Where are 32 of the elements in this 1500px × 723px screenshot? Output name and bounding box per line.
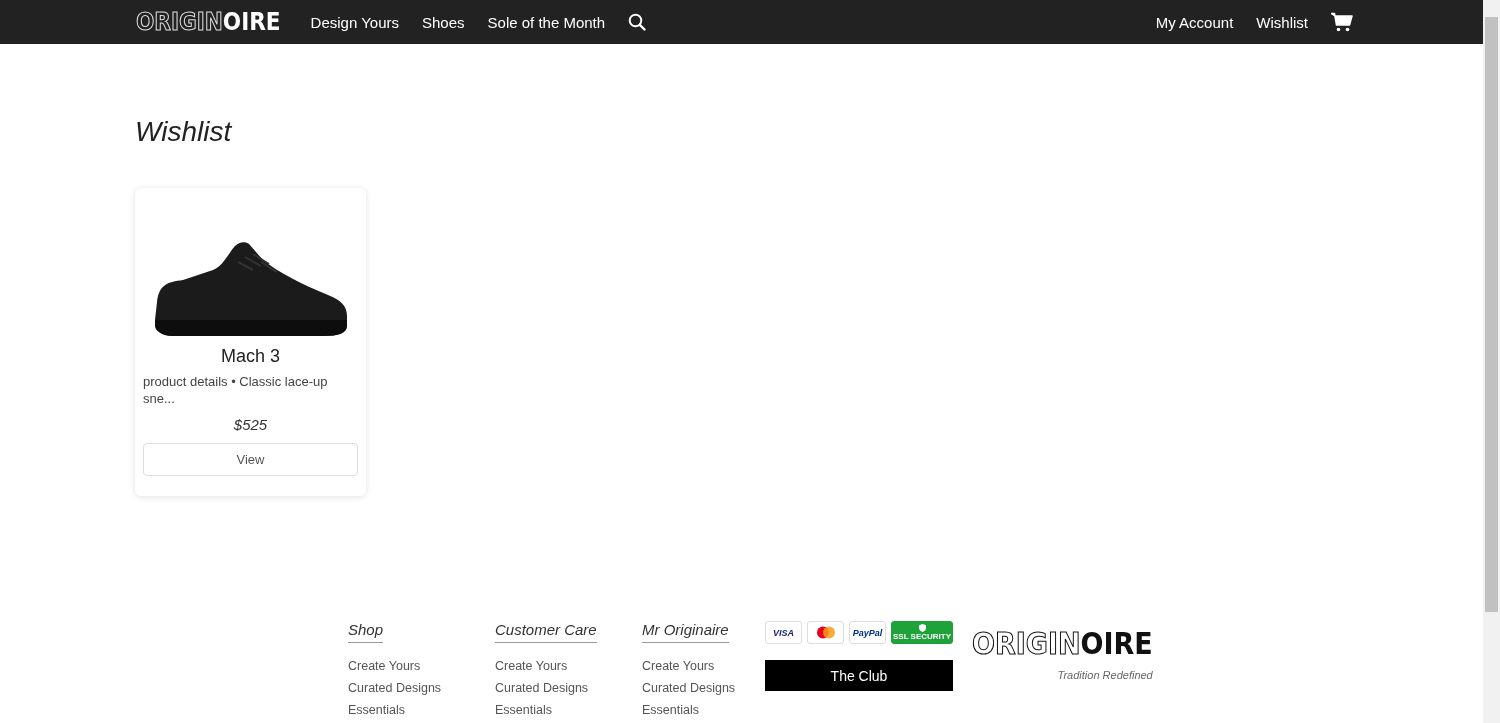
product-name: Mach 3: [221, 346, 280, 367]
paypal-badge: PayPal: [849, 621, 886, 644]
footer-link[interactable]: Essentials: [642, 703, 699, 717]
footer-link[interactable]: Essentials: [348, 703, 405, 717]
footer-link[interactable]: Create Yours: [495, 659, 568, 673]
club-button[interactable]: The Club: [765, 660, 953, 691]
nav-link[interactable]: Sole of the Month: [487, 13, 606, 31]
footer-heading: Customer Care: [495, 621, 597, 643]
nav-link[interactable]: My Account: [1155, 13, 1234, 31]
footer-link[interactable]: Curated Designs: [348, 681, 442, 695]
footer-link[interactable]: Create Yours: [348, 659, 421, 673]
footer-heading: Shop: [348, 621, 384, 643]
footer-link[interactable]: Create Yours: [642, 659, 715, 673]
nav-link[interactable]: Design Yours: [310, 13, 399, 31]
footer-heading: Mr Originaire: [642, 621, 729, 643]
footer-link[interactable]: Essentials: [495, 703, 552, 717]
ssl-security-badge: SSL SECURITY: [891, 621, 953, 644]
footer-link[interactable]: Curated Designs: [642, 681, 736, 695]
product-price: $525: [233, 416, 268, 433]
view-button[interactable]: View: [143, 443, 358, 476]
page-title: Wishlist: [135, 116, 233, 148]
footer-link[interactable]: Curated Designs: [495, 681, 589, 695]
visa-badge: VISA: [765, 621, 802, 644]
brand-logo: ORIGINOIRE: [972, 629, 1153, 659]
nav-link[interactable]: Wishlist: [1256, 13, 1308, 31]
product-description: product details • Classic lace-up sne...: [143, 373, 329, 407]
tagline: Tradition Redefined: [1057, 669, 1153, 681]
cart-icon[interactable]: [1331, 12, 1353, 32]
search-icon[interactable]: [628, 13, 647, 31]
mastercard-badge: [807, 621, 844, 644]
brand-logo: ORIGINOIRE: [136, 10, 281, 34]
nav-link[interactable]: Shoes: [422, 13, 465, 31]
